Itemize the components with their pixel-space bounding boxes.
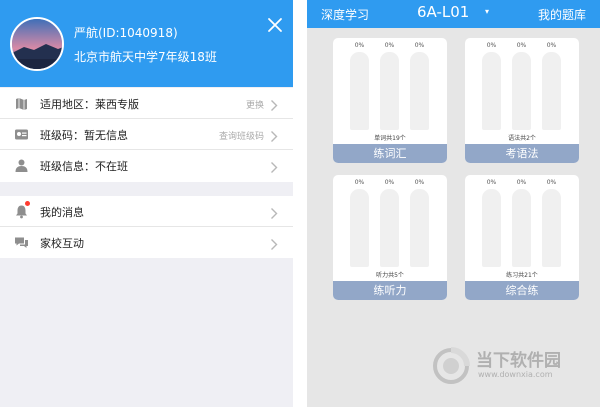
class-info-row[interactable]: 班级信息：不在班 xyxy=(0,150,293,181)
user-icon xyxy=(14,158,29,173)
chevron-right-icon xyxy=(270,236,278,250)
percent-labels: 0% 0% 0% xyxy=(333,42,447,52)
change-region-link[interactable]: 更换 xyxy=(246,98,264,111)
chevron-right-icon xyxy=(270,159,278,173)
percent-labels: 0% 0% 0% xyxy=(465,179,579,189)
progress-bar xyxy=(350,189,369,267)
progress-percent: 0% xyxy=(354,179,365,186)
profile-header: 严航(ID:1040918) 北京市航天中学7年级18班 xyxy=(0,0,293,87)
progress-bar xyxy=(542,52,561,130)
my-question-bank-link[interactable]: 我的题库 xyxy=(538,6,586,23)
unread-dot xyxy=(25,201,30,206)
progress-bar xyxy=(482,52,501,130)
my-messages-row[interactable]: 我的消息 xyxy=(0,196,293,227)
progress-percent: 0% xyxy=(354,42,365,49)
progress-percent: 0% xyxy=(546,179,557,186)
deep-learning-tab[interactable]: 深度学习 xyxy=(321,6,369,23)
progress-percent: 0% xyxy=(516,42,527,49)
watermark-url: www.downxia.com xyxy=(478,370,553,379)
chevron-right-icon xyxy=(270,205,278,219)
progress-bar xyxy=(542,189,561,267)
progress-percent: 0% xyxy=(486,179,497,186)
practice-button[interactable]: 考语法 xyxy=(465,144,579,163)
class-code-label: 班级码：暂无信息 xyxy=(40,129,128,142)
home-school-label: 家校互动 xyxy=(40,237,84,250)
close-icon[interactable] xyxy=(266,16,284,34)
bell-icon xyxy=(14,204,29,219)
chevron-right-icon xyxy=(270,97,278,111)
messages-group: 我的消息 家校互动 xyxy=(0,196,293,258)
progress-bar xyxy=(380,189,399,267)
item-count: 单词共19个 xyxy=(374,135,406,142)
progress-percent: 0% xyxy=(384,179,395,186)
progress-bar xyxy=(350,52,369,130)
module-card-grammar[interactable]: 0% 0% 0% 语法共2个考语法 xyxy=(465,38,579,163)
chevron-right-icon xyxy=(270,128,278,142)
id-card-icon xyxy=(14,127,29,142)
progress-percent: 0% xyxy=(414,42,425,49)
module-card-vocabulary[interactable]: 0% 0% 0% 单词共19个练词汇 xyxy=(333,38,447,163)
class-info-label: 班级信息：不在班 xyxy=(40,160,128,173)
progress-bar xyxy=(482,189,501,267)
avatar[interactable] xyxy=(10,17,64,71)
progress-percent: 0% xyxy=(546,42,557,49)
practice-button[interactable]: 练词汇 xyxy=(333,144,447,163)
region-label: 适用地区：莱西专版 xyxy=(40,98,139,111)
progress-bar xyxy=(512,52,531,130)
percent-labels: 0% 0% 0% xyxy=(333,179,447,189)
progress-percent: 0% xyxy=(486,42,497,49)
user-school: 北京市航天中学7年级18班 xyxy=(74,50,217,64)
module-card-listening[interactable]: 0% 0% 0% 听力共5个练听力 xyxy=(333,175,447,300)
user-name: 严航(ID:1040918) xyxy=(74,26,178,40)
practice-button[interactable]: 综合练 xyxy=(465,281,579,300)
percent-labels: 0% 0% 0% xyxy=(465,42,579,52)
home-school-row[interactable]: 家校互动 xyxy=(0,227,293,258)
query-class-code-link[interactable]: 查询班级码 xyxy=(219,129,264,142)
progress-bar xyxy=(512,189,531,267)
practice-button[interactable]: 练听力 xyxy=(333,281,447,300)
progress-percent: 0% xyxy=(414,179,425,186)
item-count: 语法共2个 xyxy=(508,135,536,142)
module-card-comprehensive[interactable]: 0% 0% 0% 练习共21个综合练 xyxy=(465,175,579,300)
top-bar: 深度学习 6A-L01 ▾ 我的题库 xyxy=(307,0,600,28)
progress-bar xyxy=(410,189,429,267)
watermark-text: 当下软件园 xyxy=(476,351,561,371)
map-icon xyxy=(14,96,29,111)
item-count: 听力共5个 xyxy=(376,272,404,279)
chevron-down-icon[interactable]: ▾ xyxy=(485,7,489,16)
progress-percent: 0% xyxy=(516,179,527,186)
item-count: 练习共21个 xyxy=(506,272,538,279)
downxia-logo xyxy=(432,347,470,385)
progress-percent: 0% xyxy=(384,42,395,49)
class-code-row[interactable]: 班级码：暂无信息 查询班级码 xyxy=(0,119,293,150)
my-messages-label: 我的消息 xyxy=(40,206,84,219)
region-row[interactable]: 适用地区：莱西专版 更换 xyxy=(0,88,293,119)
settings-group: 适用地区：莱西专版 更换 班级码：暂无信息 查询班级码 班级信息：不在班 xyxy=(0,88,293,182)
unit-selector[interactable]: 6A-L01 xyxy=(417,3,469,21)
progress-bar xyxy=(410,52,429,130)
profile-drawer: 严航(ID:1040918) 北京市航天中学7年级18班 适用地区：莱西专版 更… xyxy=(0,0,293,407)
chat-icon xyxy=(14,235,29,250)
progress-bar xyxy=(380,52,399,130)
